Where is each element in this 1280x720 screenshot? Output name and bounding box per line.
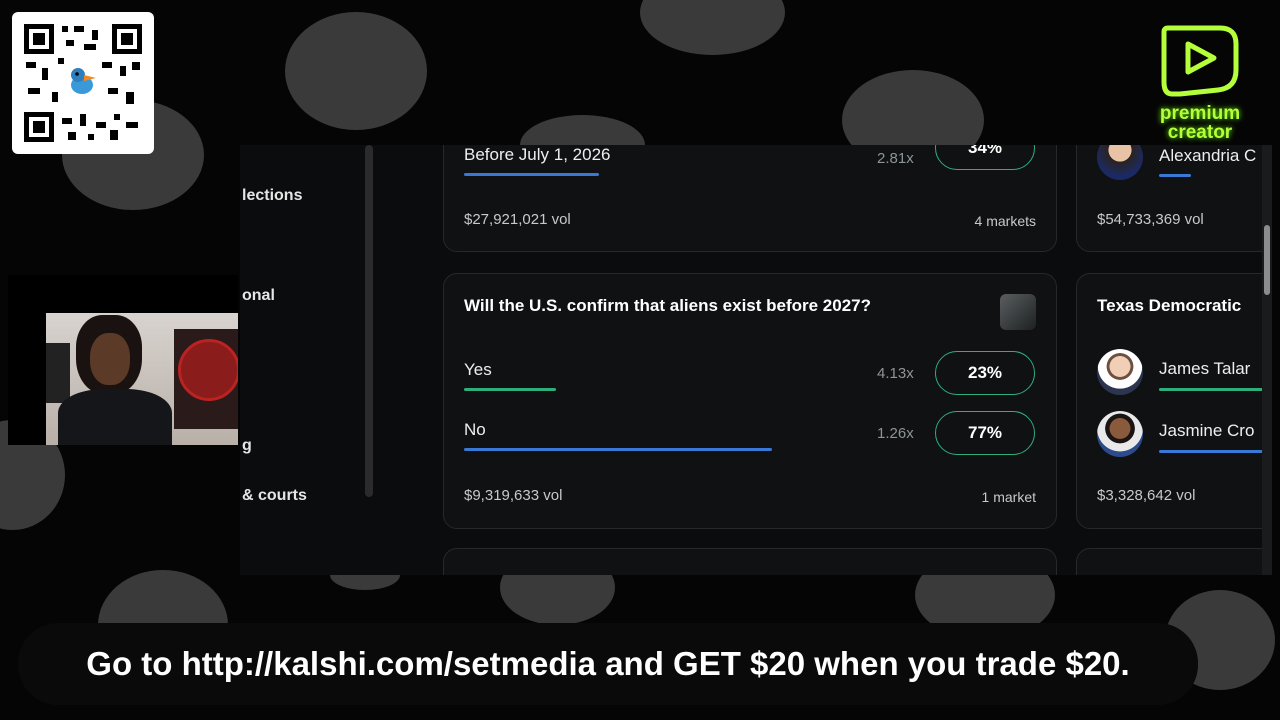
- option-label: Before July 1, 2026: [464, 145, 611, 164]
- candidate-name: Alexandria C: [1159, 146, 1257, 165]
- buy-no-button[interactable]: 77%: [935, 411, 1035, 455]
- buy-yes-button[interactable]: 23%: [935, 351, 1035, 395]
- market-card-texas[interactable]: Texas Democratic James Talar Jasmine Cro…: [1076, 273, 1272, 529]
- sidebar-scrollbar[interactable]: [365, 145, 373, 497]
- qr-code-graphic: [24, 24, 142, 142]
- candidate-avatar: [1097, 349, 1143, 395]
- option-label-yes: Yes: [464, 360, 492, 379]
- page-scrollbar[interactable]: [1262, 145, 1272, 575]
- microphone: [46, 343, 70, 403]
- option-bar-yes: [464, 388, 864, 391]
- option-label-no: No: [464, 420, 486, 439]
- volume: $3,328,642 vol: [1097, 487, 1196, 504]
- background-blob: [285, 12, 427, 130]
- candidate-name: James Talar: [1159, 359, 1251, 378]
- webcam-feed: [46, 313, 238, 445]
- option-bar-fill-no: [464, 448, 772, 451]
- candidate-bar: [1159, 174, 1191, 177]
- option-bar: [464, 173, 914, 176]
- promo-banner-text: Go to http://kalshi.com/setmedia and GET…: [86, 645, 1130, 682]
- page-scrollbar-thumb[interactable]: [1264, 225, 1270, 295]
- market-thumbnail: [1000, 294, 1036, 330]
- premium-creator-logo: premium creator: [1150, 20, 1250, 145]
- logo-line2: creator: [1167, 122, 1233, 143]
- webcam-overlay: [8, 275, 238, 445]
- option-bar-fill-yes: [464, 388, 556, 391]
- screen-capture: lections onal g & courts Before July 1, …: [240, 145, 1272, 575]
- play-icon: [1161, 25, 1239, 97]
- multiplier: 2.81x: [877, 150, 914, 167]
- multiplier-no: 1.26x: [877, 425, 914, 442]
- question-title[interactable]: Will the U.S. confirm that aliens exist …: [464, 296, 871, 316]
- market-card-top[interactable]: Before July 1, 2026 2.81x 34% $27,921,02…: [443, 145, 1057, 252]
- streamer-shirt: [58, 389, 172, 445]
- market-card-right-top[interactable]: Alexandria C $54,733,369 vol: [1076, 145, 1272, 252]
- sidebar-item-elections[interactable]: lections: [242, 187, 302, 205]
- logo-line1: premium: [1159, 103, 1241, 124]
- option-bar-no: [464, 448, 864, 451]
- multiplier-yes: 4.13x: [877, 365, 914, 382]
- candidate-bar: [1159, 388, 1272, 391]
- buy-percent-button[interactable]: 34%: [935, 145, 1035, 170]
- option-bar-fill: [464, 173, 599, 176]
- market-card-next[interactable]: [443, 548, 1057, 575]
- volume: $9,319,633 vol: [464, 487, 563, 504]
- candidate-avatar: [1097, 411, 1143, 457]
- streamer-face: [90, 333, 130, 385]
- sidebar-item-courts[interactable]: & courts: [242, 487, 307, 505]
- sidebar-item-partial[interactable]: g: [242, 437, 252, 455]
- market-card-aliens[interactable]: Will the U.S. confirm that aliens exist …: [443, 273, 1057, 529]
- question-title[interactable]: Texas Democratic: [1097, 296, 1241, 316]
- market-card-next-right[interactable]: [1076, 548, 1272, 575]
- poster-logo: [178, 339, 238, 401]
- candidate-name: Jasmine Cro: [1159, 421, 1255, 440]
- background-blob: [640, 0, 785, 55]
- qr-code: [12, 12, 154, 154]
- volume: $27,921,021 vol: [464, 211, 571, 228]
- markets-count: 4 markets: [974, 213, 1036, 229]
- candidate-avatar: [1097, 145, 1143, 180]
- wall-poster: [174, 329, 238, 429]
- markets-count: 1 market: [981, 489, 1036, 505]
- candidate-bar: [1159, 450, 1272, 453]
- sidebar-item-international[interactable]: onal: [242, 287, 275, 305]
- volume: $54,733,369 vol: [1097, 211, 1204, 228]
- promo-banner: Go to http://kalshi.com/setmedia and GET…: [18, 623, 1198, 705]
